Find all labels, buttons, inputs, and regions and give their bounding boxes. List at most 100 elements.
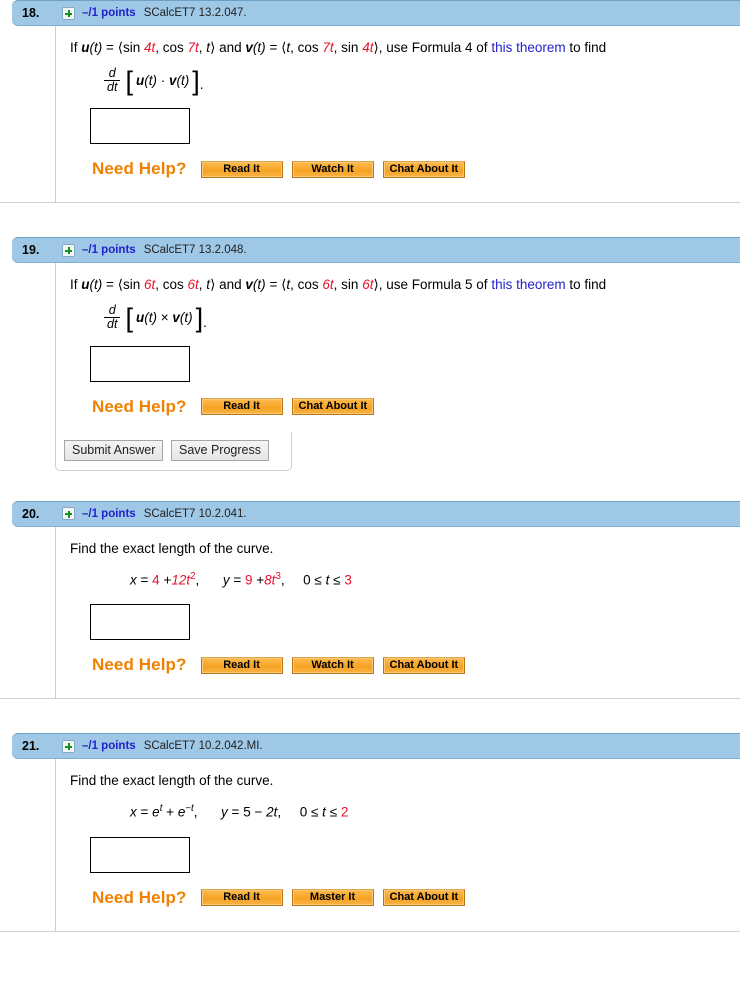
bracket-close: ] bbox=[192, 65, 200, 96]
question-body-18: If u(t) = ⟨sin 4t, cos 7t, t⟩ and v(t) =… bbox=[55, 26, 740, 203]
prompt-and: and bbox=[219, 40, 242, 55]
plus-icon[interactable] bbox=[62, 243, 75, 257]
prompt-eq2: = bbox=[269, 277, 278, 293]
prompt-eq1: = bbox=[106, 40, 114, 55]
question-body-20: Find the exact length of the curve. x = … bbox=[55, 526, 740, 698]
need-help-row-18: Need Help? Read It Watch It Chat About I… bbox=[92, 159, 740, 178]
answer-input[interactable] bbox=[90, 108, 190, 145]
prompt-and: and bbox=[219, 277, 242, 293]
answer-input[interactable] bbox=[90, 345, 190, 382]
question-header-18: 18. –/1 points SCalcET7 13.2.047. bbox=[12, 0, 740, 26]
prompt-v: v bbox=[245, 277, 253, 293]
eq-y-lhs: y bbox=[222, 572, 230, 587]
question-number: 21. bbox=[22, 739, 40, 753]
eq-y-eq: = bbox=[233, 572, 242, 587]
eq-y-a: 9 bbox=[245, 572, 253, 587]
eq-x-comma: , bbox=[195, 572, 200, 587]
fraction-denominator: dt bbox=[104, 317, 121, 331]
read-it-button[interactable]: Read It bbox=[200, 398, 283, 415]
bracket-inner: u(t) · v(t) bbox=[135, 73, 190, 89]
parametric-equations-21: x = et + e−t, y = 5 − 2t, 0 ≤ t ≤ 2 bbox=[130, 799, 740, 823]
trailing-period: . bbox=[203, 314, 207, 330]
this-theorem-link[interactable]: this theorem bbox=[491, 277, 565, 292]
this-theorem-link[interactable]: this theorem bbox=[491, 40, 565, 55]
watch-it-button[interactable]: Watch It bbox=[291, 656, 374, 674]
fraction-numerator: d bbox=[108, 66, 116, 80]
eq-domain-lo: 0 bbox=[299, 804, 308, 820]
fraction-numerator: d bbox=[108, 303, 116, 318]
derivative-expression-18: d dt [ u(t) · v(t) ] . bbox=[104, 65, 740, 96]
question-body-19: If u(t) = ⟨sin 6t, cos 6t, t⟩ and v(t) =… bbox=[55, 263, 740, 432]
eq-domain-var: t bbox=[325, 572, 330, 587]
question-points: –/1 points bbox=[82, 7, 136, 19]
question-divider bbox=[0, 930, 740, 932]
prompt-tofind: to find bbox=[569, 40, 607, 55]
read-it-button[interactable]: Read It bbox=[200, 889, 283, 906]
eq-x-eq: = bbox=[140, 572, 149, 587]
parametric-equations-20: x = 4 +12t2, y = 9 +8t3, 0 ≤ t ≤ 3 bbox=[130, 567, 740, 591]
submit-answer-button[interactable]: Submit Answer bbox=[64, 439, 164, 461]
eq-domain-hi: 2 bbox=[340, 804, 349, 820]
question-prompt: Find the exact length of the curve. bbox=[70, 773, 274, 788]
prompt-u-vec: ⟨sin 4t, cos 7t, t⟩ bbox=[117, 40, 216, 55]
question-number: 20. bbox=[22, 506, 40, 521]
eq-y-plus: + bbox=[256, 572, 265, 587]
chat-about-it-button[interactable]: Chat About It bbox=[382, 160, 465, 178]
prompt-tofind: to find bbox=[569, 277, 607, 293]
question-header-20: 20. –/1 points SCalcET7 10.2.041. bbox=[12, 500, 740, 527]
plus-icon[interactable] bbox=[62, 507, 75, 520]
question-prompt: If u(t) = ⟨sin 6t, cos 6t, t⟩ and v(t) =… bbox=[70, 273, 740, 295]
prompt-v-vec: ⟨t, cos 6t, sin 6t⟩, bbox=[281, 277, 383, 293]
bracket-group: [ u(t) × v(t) ] bbox=[125, 304, 203, 331]
eq-y-eq: = bbox=[231, 804, 240, 820]
eq-x-a-exp: t bbox=[159, 803, 163, 814]
eq-x-plus: + bbox=[166, 804, 175, 820]
plus-icon[interactable] bbox=[62, 739, 75, 753]
chat-about-it-button[interactable]: Chat About It bbox=[382, 889, 465, 906]
plus-icon[interactable] bbox=[62, 6, 75, 20]
prompt-if: If bbox=[70, 277, 78, 293]
question-points: –/1 points bbox=[82, 740, 136, 752]
eq-y-comma: , bbox=[280, 572, 285, 587]
question-number: 18. bbox=[22, 6, 40, 20]
question-points: –/1 points bbox=[82, 507, 136, 520]
eq-domain-le2: ≤ bbox=[333, 572, 341, 587]
need-help-label: Need Help? bbox=[92, 655, 187, 674]
eq-domain-hi: 3 bbox=[344, 572, 352, 587]
trailing-period: . bbox=[199, 77, 204, 93]
chat-about-it-button[interactable]: Chat About It bbox=[291, 398, 374, 415]
eq-x-a: e bbox=[152, 804, 160, 820]
answer-input[interactable] bbox=[90, 836, 190, 873]
chat-about-it-button[interactable]: Chat About It bbox=[382, 656, 465, 674]
need-help-label: Need Help? bbox=[92, 887, 187, 907]
bracket-group: [ u(t) · v(t) ] bbox=[125, 65, 200, 96]
prompt-eq2: = bbox=[269, 40, 278, 55]
save-progress-button[interactable]: Save Progress bbox=[171, 439, 269, 461]
eq-x-a: 4 bbox=[152, 572, 160, 587]
prompt-u-vec: ⟨sin 6t, cos 6t, t⟩ bbox=[117, 277, 216, 293]
bracket-inner: u(t) × v(t) bbox=[135, 310, 193, 326]
question-points: –/1 points bbox=[82, 244, 136, 257]
assignment-page: 18. –/1 points SCalcET7 13.2.047. If u(t… bbox=[0, 0, 740, 932]
prompt-use: use Formula 5 of bbox=[386, 277, 488, 293]
read-it-button[interactable]: Read It bbox=[200, 160, 283, 178]
read-it-button[interactable]: Read It bbox=[200, 656, 283, 674]
eq-y-a: 5 bbox=[243, 804, 251, 820]
question-prompt: If u(t) = ⟨sin 4t, cos 7t, t⟩ and v(t) =… bbox=[70, 36, 740, 58]
eq-domain-le1: ≤ bbox=[310, 804, 319, 820]
need-help-row-21: Need Help? Read It Master It Chat About … bbox=[92, 887, 740, 907]
prompt-use: use Formula 4 of bbox=[386, 40, 488, 55]
fraction-d-dt: d dt bbox=[104, 303, 121, 331]
watch-it-button[interactable]: Watch It bbox=[291, 160, 374, 178]
answer-input[interactable] bbox=[90, 604, 190, 640]
eq-x-lhs: x bbox=[130, 572, 137, 587]
bracket-open: [ bbox=[125, 65, 133, 96]
master-it-button[interactable]: Master It bbox=[291, 889, 374, 906]
eq-domain-var: t bbox=[322, 804, 326, 820]
question-header-19: 19. –/1 points SCalcET7 13.2.048. bbox=[12, 237, 740, 264]
question-header-21: 21. –/1 points SCalcET7 10.2.042.MI. bbox=[12, 733, 740, 759]
